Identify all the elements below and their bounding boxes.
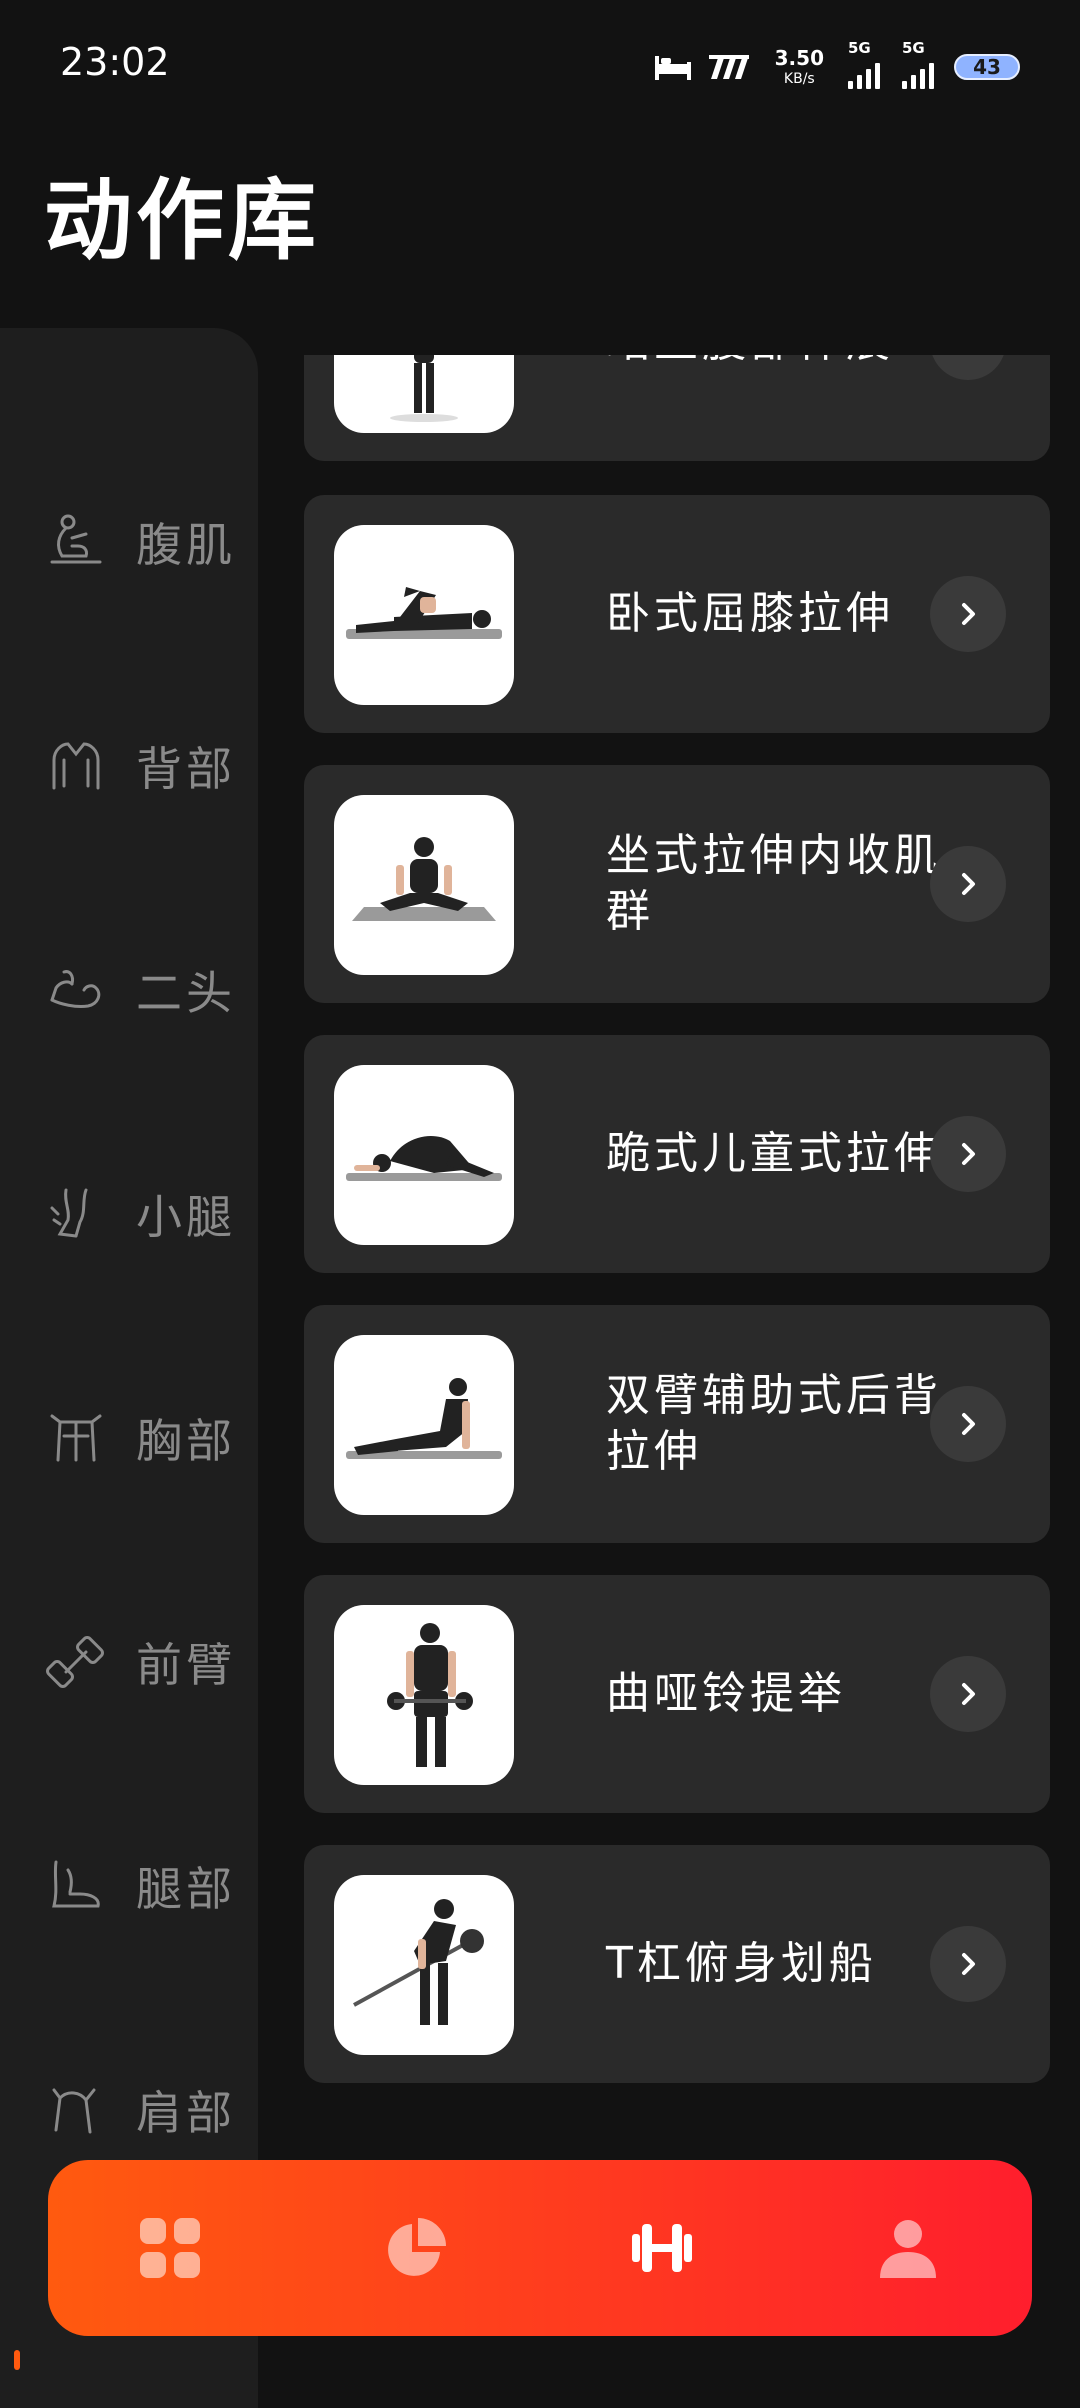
exercise-name: 双臂辅助式后背拉伸 [606, 1370, 942, 1477]
exercise-thumbnail [334, 1335, 514, 1515]
net-speed: 3.50 KB/s [775, 48, 824, 86]
exercise-name: 站立腹部伸展 [606, 355, 976, 370]
exercise-thumbnail [334, 1065, 514, 1245]
page-title: 动作库 [44, 169, 321, 272]
chevron-right-icon[interactable] [930, 1926, 1006, 2002]
pie-chart-icon [388, 2218, 446, 2276]
exercise-thumbnail [334, 795, 514, 975]
exercise-card[interactable]: 跪式儿童式拉伸 [304, 1035, 1050, 1273]
chevron-right-icon[interactable] [930, 355, 1006, 380]
signal-icon: 5G [902, 39, 934, 89]
signal-label: 5G [848, 39, 871, 57]
tab-profile[interactable] [858, 2198, 958, 2298]
exercise-card[interactable]: 曲哑铃提举 [304, 1575, 1050, 1813]
exercise-thumbnail [334, 1605, 514, 1785]
sidebar-item-forearm[interactable]: 前臂 [0, 1550, 258, 1774]
chest-icon [50, 1414, 102, 1462]
chevron-right-icon[interactable] [930, 1116, 1006, 1192]
dumbbell-icon [632, 2224, 692, 2272]
exercise-name: 跪式儿童式拉伸 [606, 1128, 942, 1179]
sidebar-item-label: 小腿 [136, 1190, 236, 1244]
net-speed-value: 3.50 [774, 46, 824, 70]
chevron-right-icon[interactable] [930, 576, 1006, 652]
calf-icon [50, 1188, 88, 1238]
exercise-card[interactable]: 站立腹部伸展 [304, 355, 1050, 461]
sidebar-item-label: 背部 [136, 742, 236, 796]
sidebar-item-label: 前臂 [136, 1638, 236, 1692]
exercise-list: 站立腹部伸展 卧式屈膝拉伸 坐式拉伸内收肌群 跪式儿童式拉伸 双臂辅助式后背拉伸 [258, 355, 1080, 2205]
bed-icon [653, 52, 693, 82]
exercise-name: 卧式屈膝拉伸 [606, 588, 894, 639]
sidebar-item-chest[interactable]: 胸部 [0, 1326, 258, 1550]
sidebar-item-calf[interactable]: 小腿 [0, 1102, 258, 1326]
signal-label: 5G [902, 39, 925, 57]
status-icons: 3.50 KB/s 5G 5G 43 [653, 39, 1020, 92]
exercise-name: 曲哑铃提举 [606, 1668, 846, 1719]
back-icon [52, 742, 100, 790]
sidebar-item-label: 腹肌 [136, 518, 236, 572]
category-sidebar: 腹肌 背部 二头 小腿 胸部 前臂 腿部 肩部 [0, 328, 258, 2408]
abs-icon [50, 514, 102, 564]
grid-icon [140, 2218, 200, 2278]
sidebar-item-label: 胸部 [136, 1414, 236, 1468]
sidebar-item-abs[interactable]: 腹肌 [0, 430, 258, 654]
signal-icon: 5G [848, 39, 880, 89]
tab-exercise-library[interactable] [612, 2198, 712, 2298]
exercise-name: 坐式拉伸内收肌群 [606, 830, 942, 937]
sidebar-item-label: 腿部 [136, 1862, 236, 1916]
net-speed-unit: KB/s [783, 71, 815, 87]
chevron-right-icon[interactable] [930, 1656, 1006, 1732]
biceps-icon [50, 970, 101, 1008]
exercise-thumbnail [334, 355, 514, 433]
exercise-thumbnail [334, 1875, 514, 2055]
exercise-card[interactable]: 双臂辅助式后背拉伸 [304, 1305, 1050, 1543]
sidebar-item-biceps[interactable]: 二头 [0, 878, 258, 1102]
status-bar: 23:02 3.50 KB/s 5G 5G 43 [0, 0, 1080, 130]
forearm-icon [46, 1636, 104, 1688]
carrier-logo-icon [707, 53, 751, 81]
exercise-card[interactable]: T杠俯身划船 [304, 1845, 1050, 2083]
tab-stats[interactable] [366, 2198, 466, 2298]
profile-icon [880, 2220, 936, 2278]
exercise-card[interactable]: 坐式拉伸内收肌群 [304, 765, 1050, 1003]
chevron-right-icon[interactable] [930, 846, 1006, 922]
sidebar-item-label: 肩部 [136, 2086, 236, 2140]
battery-icon: 43 [954, 54, 1020, 80]
exercise-thumbnail [334, 525, 514, 705]
sidebar-item-legs[interactable]: 腿部 [0, 1774, 258, 1998]
status-time: 23:02 [60, 40, 170, 84]
shoulders-icon [52, 2088, 96, 2134]
bottom-tab-bar [48, 2160, 1032, 2336]
exercise-card[interactable]: 卧式屈膝拉伸 [304, 495, 1050, 733]
legs-icon [52, 1860, 100, 1908]
tab-home[interactable] [120, 2198, 220, 2298]
sidebar-item-back[interactable]: 背部 [0, 654, 258, 878]
sidebar-item-label: 二头 [136, 966, 236, 1020]
home-indicator [14, 2350, 20, 2370]
exercise-name: T杠俯身划船 [606, 1938, 877, 1989]
chevron-right-icon[interactable] [930, 1386, 1006, 1462]
